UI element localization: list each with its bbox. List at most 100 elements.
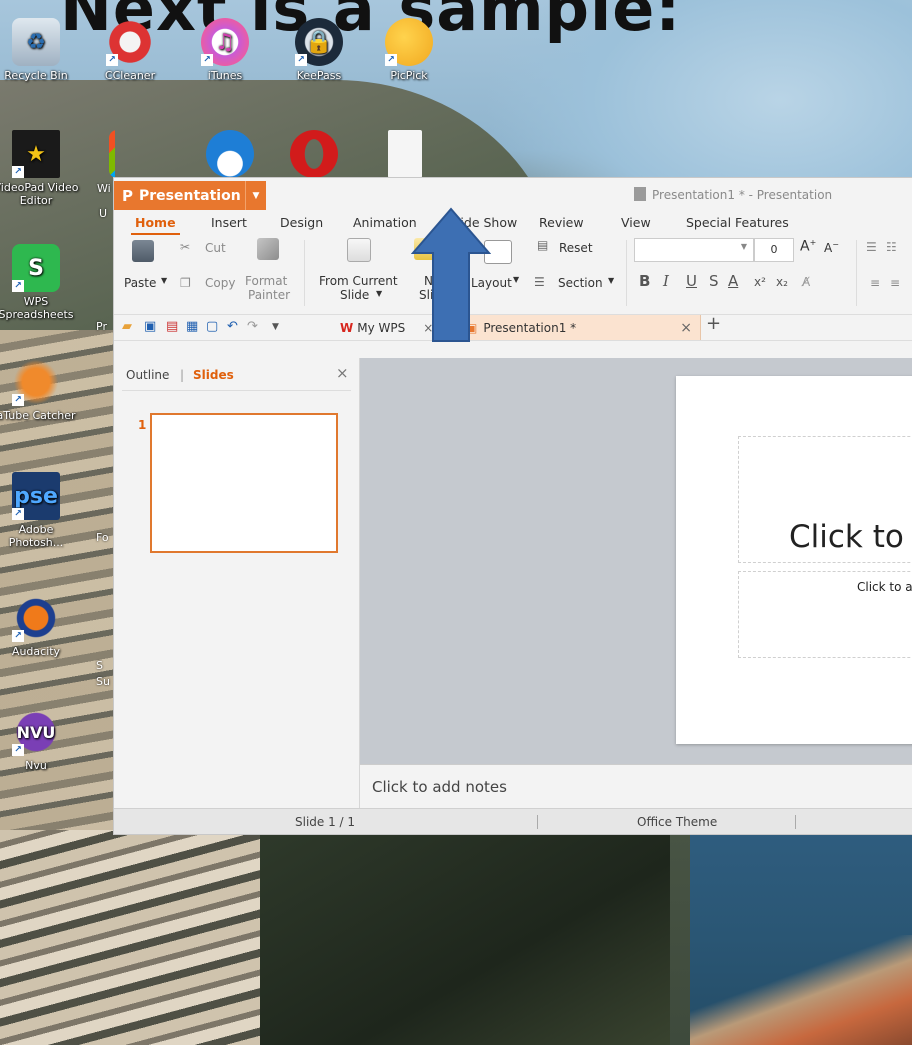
chevron-down-icon[interactable]: ▼: [245, 181, 266, 210]
tab-special-features[interactable]: Special Features: [686, 215, 789, 230]
presentation-logo-icon: P: [122, 186, 133, 205]
paste-button[interactable]: Paste: [124, 276, 156, 290]
ribbon-separator: [304, 240, 305, 306]
notes-pane[interactable]: Click to add notes: [360, 764, 912, 809]
partial-label: Pr: [96, 320, 107, 333]
redo-icon[interactable]: ↷: [247, 320, 261, 334]
tab-view[interactable]: View: [621, 215, 651, 230]
align-center-icon[interactable]: ≡: [890, 276, 900, 290]
panel-tabs: Outline | Slides ×: [122, 358, 351, 391]
undo-icon[interactable]: ↶: [227, 320, 241, 334]
print-preview-icon[interactable]: ▢: [206, 320, 220, 334]
chevron-down-icon[interactable]: ▼: [513, 275, 519, 284]
wps-logo-icon: W: [340, 320, 354, 335]
wps-spreadsheets-icon: S ↗: [12, 244, 60, 292]
format-painter-label-1[interactable]: Format: [245, 274, 287, 288]
bold-icon[interactable]: B: [639, 272, 650, 290]
desktop-icon-ccleaner[interactable]: ↗ CCleaner: [85, 18, 175, 82]
italic-icon[interactable]: I: [663, 272, 669, 290]
wallpaper-beach: [690, 935, 912, 1045]
recycle-bin-icon: ♻: [12, 18, 60, 66]
section-button[interactable]: Section: [558, 276, 603, 290]
desktop-icon-videopad[interactable]: ★ ↗ VideoPad Video Editor: [0, 130, 81, 207]
grow-font-icon[interactable]: A+: [800, 238, 816, 255]
quick-access-toolbar: ▰ ▣ ▤ ▦ ▢ ↶ ↷ ▼ W My WPS × ▣ Presentatio…: [114, 315, 912, 341]
desktop-icon-hidden-1[interactable]: [85, 130, 115, 181]
superscript-icon[interactable]: x²: [754, 275, 766, 289]
slide-thumbnail[interactable]: [150, 413, 338, 553]
desktop-icon-nvu[interactable]: NVU ↗ Nvu: [0, 708, 81, 772]
partial-label: Fo: [96, 531, 109, 544]
tab-insert[interactable]: Insert: [211, 215, 247, 230]
desktop-icon-recycle-bin[interactable]: ♻ Recycle Bin: [0, 18, 81, 82]
desktop-icon-audacity[interactable]: ↗ Audacity: [0, 594, 81, 658]
subscript-icon[interactable]: x₂: [776, 275, 788, 289]
font-color-icon[interactable]: A: [728, 272, 738, 290]
format-painter-label-2[interactable]: Painter: [248, 288, 290, 302]
status-bar: Slide 1 / 1 Office Theme: [114, 808, 912, 834]
desktop-icon-label: PicPick: [390, 69, 428, 82]
thunderbird-icon: [206, 130, 254, 178]
from-current-slide-label-2[interactable]: Slide: [340, 288, 369, 302]
subtitle-placeholder[interactable]: Click to a: [738, 571, 912, 658]
desktop-icon-hidden-3[interactable]: [284, 130, 344, 181]
numbering-icon[interactable]: ☷: [886, 240, 897, 254]
desktop-icon-keepass[interactable]: 🔒 ↗ KeePass: [274, 18, 364, 82]
shrink-font-icon[interactable]: A−: [824, 240, 839, 255]
theme-name: Office Theme: [637, 815, 718, 829]
desktop-icon-wps-spreadsheets[interactable]: S ↗ WPS Spreadsheets: [0, 244, 81, 321]
font-size-select[interactable]: 0: [754, 238, 794, 262]
desktop-icon-label: Audacity: [11, 645, 61, 658]
app-name: Presentation: [139, 187, 241, 204]
tab-slides[interactable]: Slides: [193, 368, 234, 382]
bullets-icon[interactable]: ☰: [866, 240, 877, 254]
title-placeholder[interactable]: Click to: [738, 436, 912, 563]
desktop-icon-label: aTube Catcher: [0, 409, 76, 422]
save-icon[interactable]: ▣: [144, 320, 158, 334]
desktop-icon-picpick[interactable]: ↗ PicPick: [364, 18, 454, 82]
app-menu-button[interactable]: P Presentation ▼: [114, 181, 266, 210]
reset-icon: ▤: [537, 238, 549, 252]
clear-format-icon[interactable]: A̸: [802, 275, 810, 289]
chevron-down-icon[interactable]: ▼: [376, 289, 382, 298]
print-icon[interactable]: ▦: [186, 320, 200, 334]
tab-home[interactable]: Home: [131, 215, 180, 235]
desktop-icon-atube-catcher[interactable]: ↗ aTube Catcher: [0, 358, 81, 422]
tab-outline[interactable]: Outline: [126, 368, 169, 382]
chevron-down-icon[interactable]: ▼: [161, 276, 167, 285]
notes-placeholder: Click to add notes: [372, 778, 507, 796]
tab-animation[interactable]: Animation: [353, 215, 417, 230]
chevron-down-icon[interactable]: ▼: [272, 320, 286, 334]
wallpaper-hillside: [250, 830, 670, 1045]
tab-review[interactable]: Review: [539, 215, 584, 230]
strikethrough-icon[interactable]: S: [709, 272, 719, 290]
ccleaner-icon: ↗: [106, 18, 154, 66]
export-pdf-icon[interactable]: ▤: [166, 320, 180, 334]
tab-presentation1[interactable]: ▣ Presentation1 * ×: [459, 315, 701, 340]
desktop-icon-hidden-4[interactable]: [375, 130, 435, 181]
desktop-icon-label: Recycle Bin: [4, 69, 68, 82]
slides-panel: Outline | Slides × 1: [114, 358, 360, 808]
new-tab-icon[interactable]: +: [706, 315, 721, 333]
chevron-down-icon[interactable]: ▼: [608, 276, 614, 285]
desktop-icon-label: Nvu: [25, 759, 47, 772]
reset-button[interactable]: Reset: [559, 241, 593, 255]
open-folder-icon[interactable]: ▰: [122, 320, 136, 334]
underline-icon[interactable]: U: [686, 272, 697, 290]
desktop-icon-itunes[interactable]: ♫ ↗ iTunes: [180, 18, 270, 82]
tab-design[interactable]: Design: [280, 215, 323, 230]
copy-button[interactable]: Copy: [205, 276, 235, 290]
from-current-slide-label-1[interactable]: From Current: [319, 274, 398, 288]
font-name-select[interactable]: ▼: [634, 238, 754, 262]
windows-upgrade-icon: [109, 130, 115, 178]
menu-tabs: Home Insert Design Animation Slide Show …: [114, 212, 912, 235]
close-icon[interactable]: ×: [336, 364, 349, 382]
chevron-down-icon[interactable]: ▼: [741, 242, 747, 251]
desktop-icon-label: KeePass: [296, 69, 342, 82]
desktop-icon-hidden-2[interactable]: [200, 130, 260, 181]
cut-button[interactable]: Cut: [205, 241, 226, 255]
slide-editor-canvas: Click to Click to a: [360, 358, 912, 764]
desktop-icon-photoshop[interactable]: pse ↗ Adobe Photosh...: [0, 472, 81, 549]
align-left-icon[interactable]: ≡: [870, 276, 880, 290]
close-icon[interactable]: ×: [680, 320, 692, 336]
